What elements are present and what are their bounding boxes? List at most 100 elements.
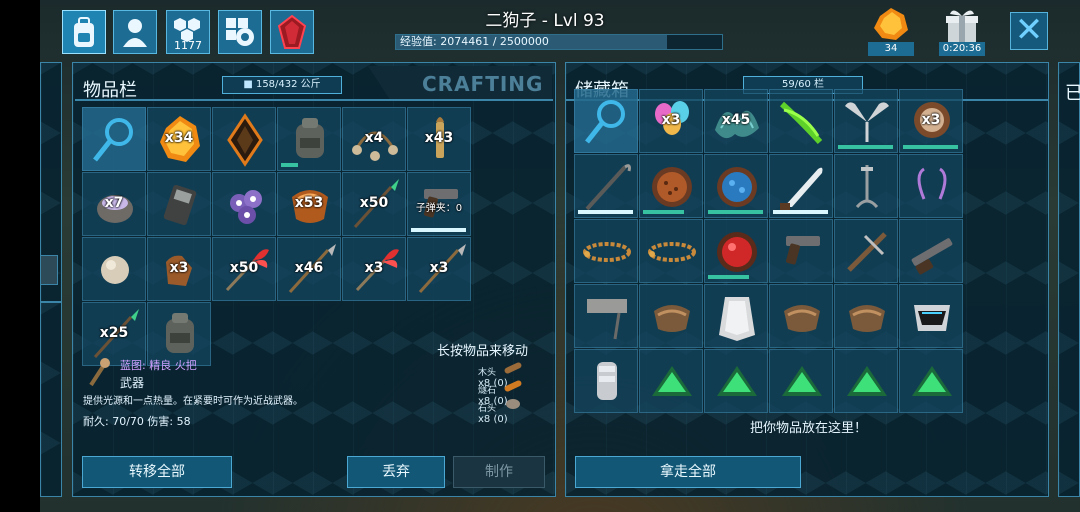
storage-slot[interactable]: x3 — [639, 89, 703, 153]
embers-counter[interactable]: 34 — [866, 6, 916, 56]
inventory-slot[interactable]: x50 — [212, 237, 276, 301]
take-all-button[interactable]: 拿走全部 — [575, 456, 801, 488]
inventory-slot[interactable]: x34 — [147, 107, 211, 171]
durability-bar — [643, 210, 684, 214]
item-stats: 耐久: 70/70 伤害: 58 — [83, 415, 191, 428]
tab-divider — [75, 99, 553, 101]
storage-slot[interactable] — [834, 349, 898, 413]
drop-button[interactable]: 丢弃 — [347, 456, 445, 488]
engrams-tab-button[interactable] — [218, 10, 262, 54]
red-crystal-icon — [277, 14, 307, 49]
storage-slot[interactable] — [574, 284, 638, 348]
inventory-slot[interactable] — [147, 172, 211, 236]
inventory-slot[interactable]: x4 — [342, 107, 406, 171]
storage-slot[interactable] — [834, 89, 898, 153]
item-quantity: x43 — [424, 130, 454, 146]
storage-slot[interactable]: x45 — [704, 89, 768, 153]
stone-sphere-icon — [101, 256, 129, 284]
search-magnifier-icon — [585, 100, 625, 144]
left-side-tab[interactable] — [40, 255, 58, 285]
item-quantity: x3 — [921, 112, 941, 128]
crafting-tab[interactable]: CRAFTING — [368, 66, 552, 100]
pistol-icon — [786, 236, 820, 265]
grappling-hook-icon — [855, 165, 879, 209]
storage-slot[interactable] — [704, 219, 768, 283]
storage-slot[interactable] — [639, 284, 703, 348]
storage-slot[interactable] — [899, 284, 963, 348]
tribe-tab-button[interactable]: 1177 — [166, 10, 210, 54]
search-magnifier-icon — [93, 118, 133, 162]
gift-reward-button[interactable]: 0:20:36 — [937, 6, 987, 56]
storage-slot[interactable] — [769, 154, 833, 218]
close-button[interactable]: ✕ — [1010, 12, 1048, 50]
storage-slot[interactable] — [639, 219, 703, 283]
item-quantity: x45 — [721, 112, 751, 128]
inventory-weight-text: 158/432 公斤 — [255, 79, 321, 90]
item-quantity: x34 — [164, 130, 194, 146]
backpack-sack-icon — [296, 118, 324, 158]
inventory-slot[interactable]: x3 — [147, 237, 211, 301]
harness-saddle-icon — [784, 305, 820, 332]
gear-icon — [226, 18, 254, 46]
storage-slot[interactable] — [769, 284, 833, 348]
storage-slot[interactable] — [769, 89, 833, 153]
crossbow-icon — [847, 232, 887, 272]
inventory-slot[interactable]: x3 — [342, 237, 406, 301]
inventory-slot[interactable] — [212, 107, 276, 171]
inventory-slot[interactable]: x43 — [407, 107, 471, 171]
red-gem-bowl-icon — [717, 232, 757, 272]
storage-slot[interactable]: x3 — [899, 89, 963, 153]
storage-slot[interactable] — [769, 219, 833, 283]
inventory-slot[interactable]: x46 — [277, 237, 341, 301]
storage-slot[interactable] — [574, 154, 638, 218]
storage-slot[interactable] — [574, 89, 638, 153]
player-name-level: 二狗子 - Lvl 93 — [485, 11, 605, 31]
storage-slot[interactable] — [704, 154, 768, 218]
chain-bola-icon — [648, 242, 696, 262]
inventory-slot[interactable]: 子弹夹：0 — [407, 172, 471, 236]
inventory-slot[interactable]: x53 — [277, 172, 341, 236]
storage-slot[interactable] — [639, 349, 703, 413]
item-quantity: x46 — [294, 260, 324, 276]
storage-slot[interactable] — [834, 219, 898, 283]
flint-icon — [504, 380, 522, 392]
inventory-slot[interactable]: x50 — [342, 172, 406, 236]
inventory-tab-button[interactable] — [62, 10, 106, 54]
inventory-slot[interactable] — [82, 237, 146, 301]
inventory-slot[interactable]: x3 — [407, 237, 471, 301]
storage-slot[interactable] — [639, 154, 703, 218]
tribe-count: 1177 — [174, 39, 202, 52]
craft-button[interactable]: 制作 — [453, 456, 545, 488]
storage-slot[interactable] — [899, 349, 963, 413]
xp-bar: 经验值: 2074461 / 2500000 — [395, 34, 723, 50]
leather-saddle-icon — [849, 305, 885, 332]
gift-timer: 0:20:36 — [939, 42, 985, 56]
storage-slot[interactable] — [899, 154, 963, 218]
storage-slot[interactable] — [899, 219, 963, 283]
inventory-slot[interactable] — [212, 172, 276, 236]
item-title: 蓝图: 精良 火把 — [120, 359, 197, 372]
inventory-slot[interactable]: x7 — [82, 172, 146, 236]
storage-slot[interactable] — [834, 154, 898, 218]
storage-slot[interactable] — [769, 349, 833, 413]
left-side-panel-stub-lower — [40, 302, 62, 497]
item-quantity: x50 — [229, 260, 259, 276]
storage-slot[interactable] — [704, 349, 768, 413]
character-tab-button[interactable] — [113, 10, 157, 54]
screen-letterbox — [0, 0, 40, 512]
storage-slot[interactable] — [574, 349, 638, 413]
durability-bar — [903, 145, 958, 149]
inventory-slot[interactable] — [82, 107, 146, 171]
item-description: 提供光源和一点热量。在紧要时可作为近战武器。 — [83, 396, 303, 407]
storage-slot[interactable] — [704, 284, 768, 348]
storage-slot[interactable] — [574, 219, 638, 283]
element-triangle-icon — [782, 366, 822, 396]
durability-bar — [708, 275, 749, 279]
machete-icon — [780, 167, 823, 211]
tek-tab-button[interactable] — [270, 10, 314, 54]
antenna-icon — [917, 167, 947, 200]
transfer-all-button[interactable]: 转移全部 — [82, 456, 232, 488]
storage-slot[interactable] — [834, 284, 898, 348]
inventory-slot[interactable] — [277, 107, 341, 171]
item-type: 武器 — [120, 376, 145, 390]
